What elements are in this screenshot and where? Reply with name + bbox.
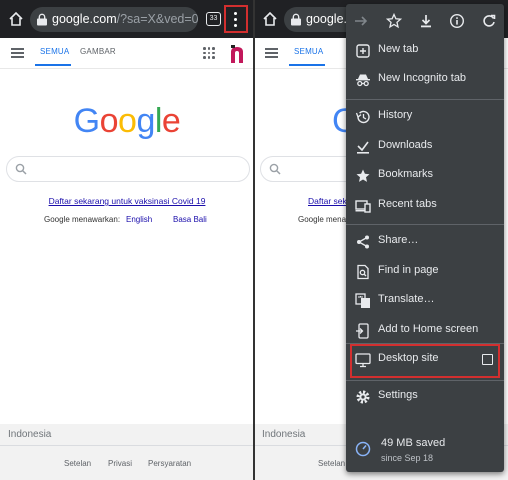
recent-tabs-icon: [355, 200, 371, 213]
active-tab-indicator: [289, 64, 325, 66]
lock-icon: [291, 13, 301, 26]
url-text: google.com/?sa=X&ved=0ah: [52, 12, 198, 26]
data-saved-amount: 49 MB saved: [381, 437, 446, 449]
google-logo: Google: [0, 102, 254, 141]
translate-icon: [355, 293, 370, 308]
language-link-english[interactable]: English: [126, 215, 152, 224]
menu-divider: [346, 224, 504, 225]
search-icon: [269, 163, 281, 175]
footer-divider: [0, 445, 254, 446]
menu-item-label: Settings: [378, 389, 418, 401]
google-nav-bar: SEMUA GAMBAR: [0, 38, 254, 69]
google-logo-letter: l: [154, 102, 163, 140]
bookmarks-star-icon: [356, 169, 370, 182]
menu-item-label: History: [378, 109, 413, 121]
menu-button-highlight: [224, 5, 248, 33]
menu-item-recent-tabs[interactable]: Recent tabs: [346, 191, 504, 220]
menu-item-label: Share…: [378, 234, 419, 246]
footer-link-persyaratan[interactable]: Persyaratan: [148, 459, 191, 468]
menu-item-label: Find in page: [378, 264, 439, 276]
forward-icon[interactable]: [353, 13, 369, 29]
covid-vaccination-link[interactable]: Daftar sekarang untuk vaksinasi Covid 19: [0, 196, 254, 206]
tab-switcher-button[interactable]: 33: [206, 12, 221, 26]
menu-item-downloads[interactable]: Downloads: [346, 132, 504, 161]
menu-item-bookmarks[interactable]: Bookmarks: [346, 161, 504, 190]
url-path: /?sa=X&ved=0ah: [116, 12, 198, 26]
settings-gear-icon: [356, 390, 370, 404]
search-icon: [15, 163, 27, 175]
add-to-home-screen-icon: [356, 323, 369, 339]
menu-item-history[interactable]: History: [346, 102, 504, 131]
google-logo-letter: e: [161, 102, 181, 140]
star-icon[interactable]: [386, 13, 402, 29]
menu-item-share[interactable]: Share…: [346, 227, 504, 256]
home-icon[interactable]: [262, 11, 278, 27]
menu-action-row: [346, 4, 504, 38]
lock-icon: [37, 13, 47, 26]
google-logo: G: [254, 102, 358, 141]
history-icon: [355, 110, 370, 124]
data-saved-since: since Sep 18: [381, 453, 434, 463]
new-tab-icon: [356, 44, 370, 58]
hamburger-menu-icon[interactable]: [11, 48, 24, 58]
panel-divider: [253, 0, 255, 480]
incognito-icon: [356, 74, 370, 87]
menu-divider: [346, 380, 504, 381]
footer-link-setelan[interactable]: Setelan: [64, 459, 91, 468]
share-icon: [357, 235, 369, 249]
menu-item-translate[interactable]: Translate…: [346, 286, 504, 315]
search-input[interactable]: [6, 156, 250, 182]
menu-item-add-to-home-screen[interactable]: Add to Home screen: [346, 316, 504, 345]
info-icon[interactable]: [449, 13, 465, 29]
menu-item-label: New Incognito tab: [378, 72, 467, 84]
home-icon[interactable]: [8, 11, 24, 27]
tab-gambar[interactable]: GAMBAR: [80, 47, 116, 56]
page-footer: Indonesia Setelan Privasi Persyaratan: [0, 424, 254, 480]
account-avatar[interactable]: [228, 44, 246, 64]
data-saver-gauge-icon: [355, 441, 371, 457]
footer-country: Indonesia: [262, 429, 306, 440]
google-logo-letter: o: [99, 102, 119, 140]
language-link-basa-bali[interactable]: Basa Bali: [173, 215, 207, 224]
data-saver-summary[interactable]: 49 MB saved since Sep 18: [346, 428, 504, 472]
url-host: google.com: [52, 12, 117, 26]
left-screenshot: google.com/?sa=X&ved=0ah 33 SEMUA GAMBAR…: [0, 0, 254, 480]
footer-link-privasi[interactable]: Privasi: [108, 459, 132, 468]
downloads-icon: [357, 141, 369, 154]
menu-item-label: Downloads: [378, 139, 433, 151]
desktop-site-highlight: [350, 344, 500, 378]
offered-in-label: Google menawarkan:: [44, 215, 121, 224]
menu-item-find-in-page[interactable]: Find in page: [346, 257, 504, 286]
google-logo-letter: G: [73, 102, 100, 140]
menu-item-label: New tab: [378, 43, 419, 55]
download-icon[interactable]: [418, 13, 434, 29]
menu-item-label: Add to Home screen: [378, 323, 479, 335]
browser-toolbar: google.com/?sa=X&ved=0ah 33: [0, 0, 254, 38]
chrome-overflow-menu: New tab New Incognito tab History Downlo…: [346, 4, 504, 472]
google-logo-letter: g: [136, 102, 155, 140]
active-tab-indicator: [35, 64, 71, 66]
menu-item-label: Translate…: [378, 293, 435, 305]
footer-country: Indonesia: [8, 429, 52, 440]
menu-item-new-tab[interactable]: New tab: [346, 36, 504, 65]
footer-link-setelan[interactable]: Setelan: [318, 459, 345, 468]
menu-divider: [346, 99, 504, 100]
menu-item-label: Bookmarks: [378, 168, 434, 180]
menu-item-new-incognito-tab[interactable]: New Incognito tab: [346, 65, 504, 94]
apps-grid-icon[interactable]: [203, 47, 215, 59]
menu-item-settings[interactable]: Settings: [346, 382, 504, 411]
hamburger-menu-icon[interactable]: [265, 48, 278, 58]
refresh-icon[interactable]: [481, 13, 497, 29]
find-in-page-icon: [357, 264, 369, 280]
tab-semua[interactable]: SEMUA: [40, 47, 69, 56]
google-logo-letter: o: [118, 102, 137, 140]
tab-semua[interactable]: SEMUA: [294, 47, 323, 56]
menu-item-label: Recent tabs: [378, 198, 437, 210]
address-bar[interactable]: google.com/?sa=X&ved=0ah: [30, 7, 198, 32]
